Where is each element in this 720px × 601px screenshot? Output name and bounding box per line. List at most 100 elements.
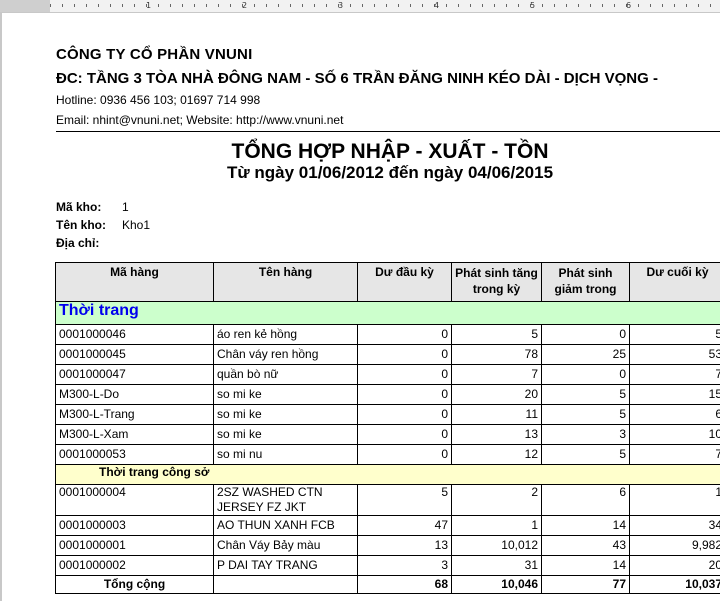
col-header-opening: Dư đầu kỳ — [357, 262, 452, 302]
col-header-decrease: Phát sinh giảm trong — [541, 262, 630, 302]
cell-closing: 7 — [629, 444, 720, 465]
cell-decrease: 25 — [541, 344, 630, 365]
cell-decrease: 14 — [541, 555, 630, 576]
company-hotline: Hotline: 0936 456 103; 01697 714 998 — [56, 93, 261, 107]
ruler-number: 5 — [530, 1, 536, 10]
cell-opening: 47 — [357, 515, 452, 536]
cell-code: 0001000003 — [55, 515, 214, 536]
cell-decrease: 5 — [541, 384, 630, 405]
ruler-number: 6 — [626, 1, 632, 10]
cell-name: so mi ke — [213, 424, 358, 445]
cell-closing: 53 — [629, 344, 720, 365]
cell-code: 0001000001 — [55, 535, 214, 556]
group-name: Thời trang — [55, 301, 720, 325]
cell-increase: 7 — [451, 364, 542, 385]
table-row[interactable]: 0001000004 2SZ WASHED CTN JERSEY FZ JKT … — [55, 484, 720, 516]
table-row[interactable]: M300-L-Trang so mi ke 0 11 5 6 — [55, 404, 720, 425]
ruler-number: 1 — [146, 1, 152, 10]
col-header-code: Mã hàng — [55, 262, 214, 302]
cell-name: Chân Váy Bảy màu — [213, 535, 358, 556]
cell-increase: 13 — [451, 424, 542, 445]
col-header-increase: Phát sinh tăng trong kỳ — [451, 262, 542, 302]
cell-code: 0001000047 — [55, 364, 214, 385]
total-label: Tổng cộng — [55, 575, 214, 594]
cell-opening: 5 — [357, 484, 452, 516]
cell-code: M300-L-Xam — [55, 424, 214, 445]
group-row: Thời trang — [55, 301, 720, 325]
ruler[interactable]: 1 2 3 4 5 6 — [0, 0, 720, 13]
cell-opening: 0 — [357, 344, 452, 365]
cell-code: 0001000053 — [55, 444, 214, 465]
total-empty-cell — [213, 575, 358, 594]
table-row[interactable]: 0001000047 quần bò nữ 0 7 0 7 — [55, 364, 720, 385]
cell-name: so mi ke — [213, 404, 358, 425]
cell-code: 0001000004 — [55, 484, 214, 516]
cell-opening: 0 — [357, 364, 452, 385]
ruler-margin — [0, 0, 50, 12]
report-subtitle: Từ ngày 01/06/2012 đến ngày 04/06/2015 — [226, 163, 554, 182]
page-edge — [0, 13, 2, 601]
cell-increase: 12 — [451, 444, 542, 465]
cell-increase: 1 — [451, 515, 542, 536]
cell-decrease: 5 — [541, 404, 630, 425]
warehouse-code-label: Mã kho: — [56, 200, 102, 214]
table-row[interactable]: 0001000045 Chân váy ren hồng 0 78 25 53 — [55, 344, 720, 365]
cell-opening: 13 — [357, 535, 452, 556]
warehouse-name-value: Kho1 — [122, 218, 151, 232]
cell-increase: 20 — [451, 384, 542, 405]
total-closing: 10,037 — [629, 575, 720, 594]
cell-name: Chân váy ren hồng — [213, 344, 358, 365]
table-row[interactable]: 0001000046 áo ren kẻ hồng 0 5 0 5 — [55, 324, 720, 345]
inventory-table: Mã hàng Tên hàng Dư đầu kỳ Phát sinh tăn… — [55, 262, 720, 594]
warehouse-name: Tên kho: Kho1 — [56, 218, 150, 232]
header-divider — [56, 131, 720, 132]
cell-closing: 15 — [629, 384, 720, 405]
report-title: TỔNG HỢP NHẬP - XUẤT - TỒN — [231, 140, 549, 163]
cell-name: AO THUN XANH FCB — [213, 515, 358, 536]
cell-decrease: 5 — [541, 444, 630, 465]
table-row[interactable]: 0001000003 AO THUN XANH FCB 47 1 14 34 — [55, 515, 720, 536]
cell-name: P DAI TAY TRANG — [213, 555, 358, 576]
cell-increase: 11 — [451, 404, 542, 425]
cell-opening: 3 — [357, 555, 452, 576]
cell-increase: 5 — [451, 324, 542, 345]
ruler-number: 4 — [434, 1, 440, 10]
company-address: ĐC: TẦNG 3 TÒA NHÀ ĐÔNG NAM - SỐ 6 TRẦN … — [56, 70, 658, 87]
warehouse-address: Địa chỉ: — [56, 236, 122, 250]
table-row[interactable]: 0001000002 P DAI TAY TRANG 3 31 14 20 — [55, 555, 720, 576]
cell-name: áo ren kẻ hồng — [213, 324, 358, 345]
subgroup-row: Thời trang công sở — [55, 464, 720, 485]
cell-code: M300-L-Do — [55, 384, 214, 405]
total-opening: 68 — [357, 575, 452, 594]
table-row[interactable]: M300-L-Xam so mi ke 0 13 3 10 — [55, 424, 720, 445]
cell-increase: 78 — [451, 344, 542, 365]
cell-decrease: 3 — [541, 424, 630, 445]
table-row[interactable]: 0001000001 Chân Váy Bảy màu 13 10,012 43… — [55, 535, 720, 556]
ruler-number: 2 — [242, 1, 248, 10]
cell-closing: 1 — [629, 484, 720, 516]
subgroup-name: Thời trang công sở — [55, 464, 720, 485]
cell-name: so mi ke — [213, 384, 358, 405]
cell-name: so mi nu — [213, 444, 358, 465]
cell-closing: 6 — [629, 404, 720, 425]
table-row[interactable]: 0001000053 so mi nu 0 12 5 7 — [55, 444, 720, 465]
cell-name: 2SZ WASHED CTN JERSEY FZ JKT — [213, 484, 358, 516]
cell-decrease: 0 — [541, 364, 630, 385]
cell-opening: 0 — [357, 424, 452, 445]
cell-closing: 34 — [629, 515, 720, 536]
cell-code: M300-L-Trang — [55, 404, 214, 425]
cell-decrease: 0 — [541, 324, 630, 345]
cell-code: 0001000045 — [55, 344, 214, 365]
col-header-name: Tên hàng — [213, 262, 358, 302]
cell-opening: 0 — [357, 324, 452, 345]
cell-code: 0001000046 — [55, 324, 214, 345]
table-row[interactable]: M300-L-Do so mi ke 0 20 5 15 — [55, 384, 720, 405]
cell-opening: 0 — [357, 384, 452, 405]
company-name: CÔNG TY CỔ PHẦN VNUNI — [56, 46, 253, 63]
cell-opening: 0 — [357, 444, 452, 465]
cell-closing: 7 — [629, 364, 720, 385]
cell-increase: 31 — [451, 555, 542, 576]
cell-decrease: 14 — [541, 515, 630, 536]
cell-increase: 10,012 — [451, 535, 542, 556]
cell-code: 0001000002 — [55, 555, 214, 576]
